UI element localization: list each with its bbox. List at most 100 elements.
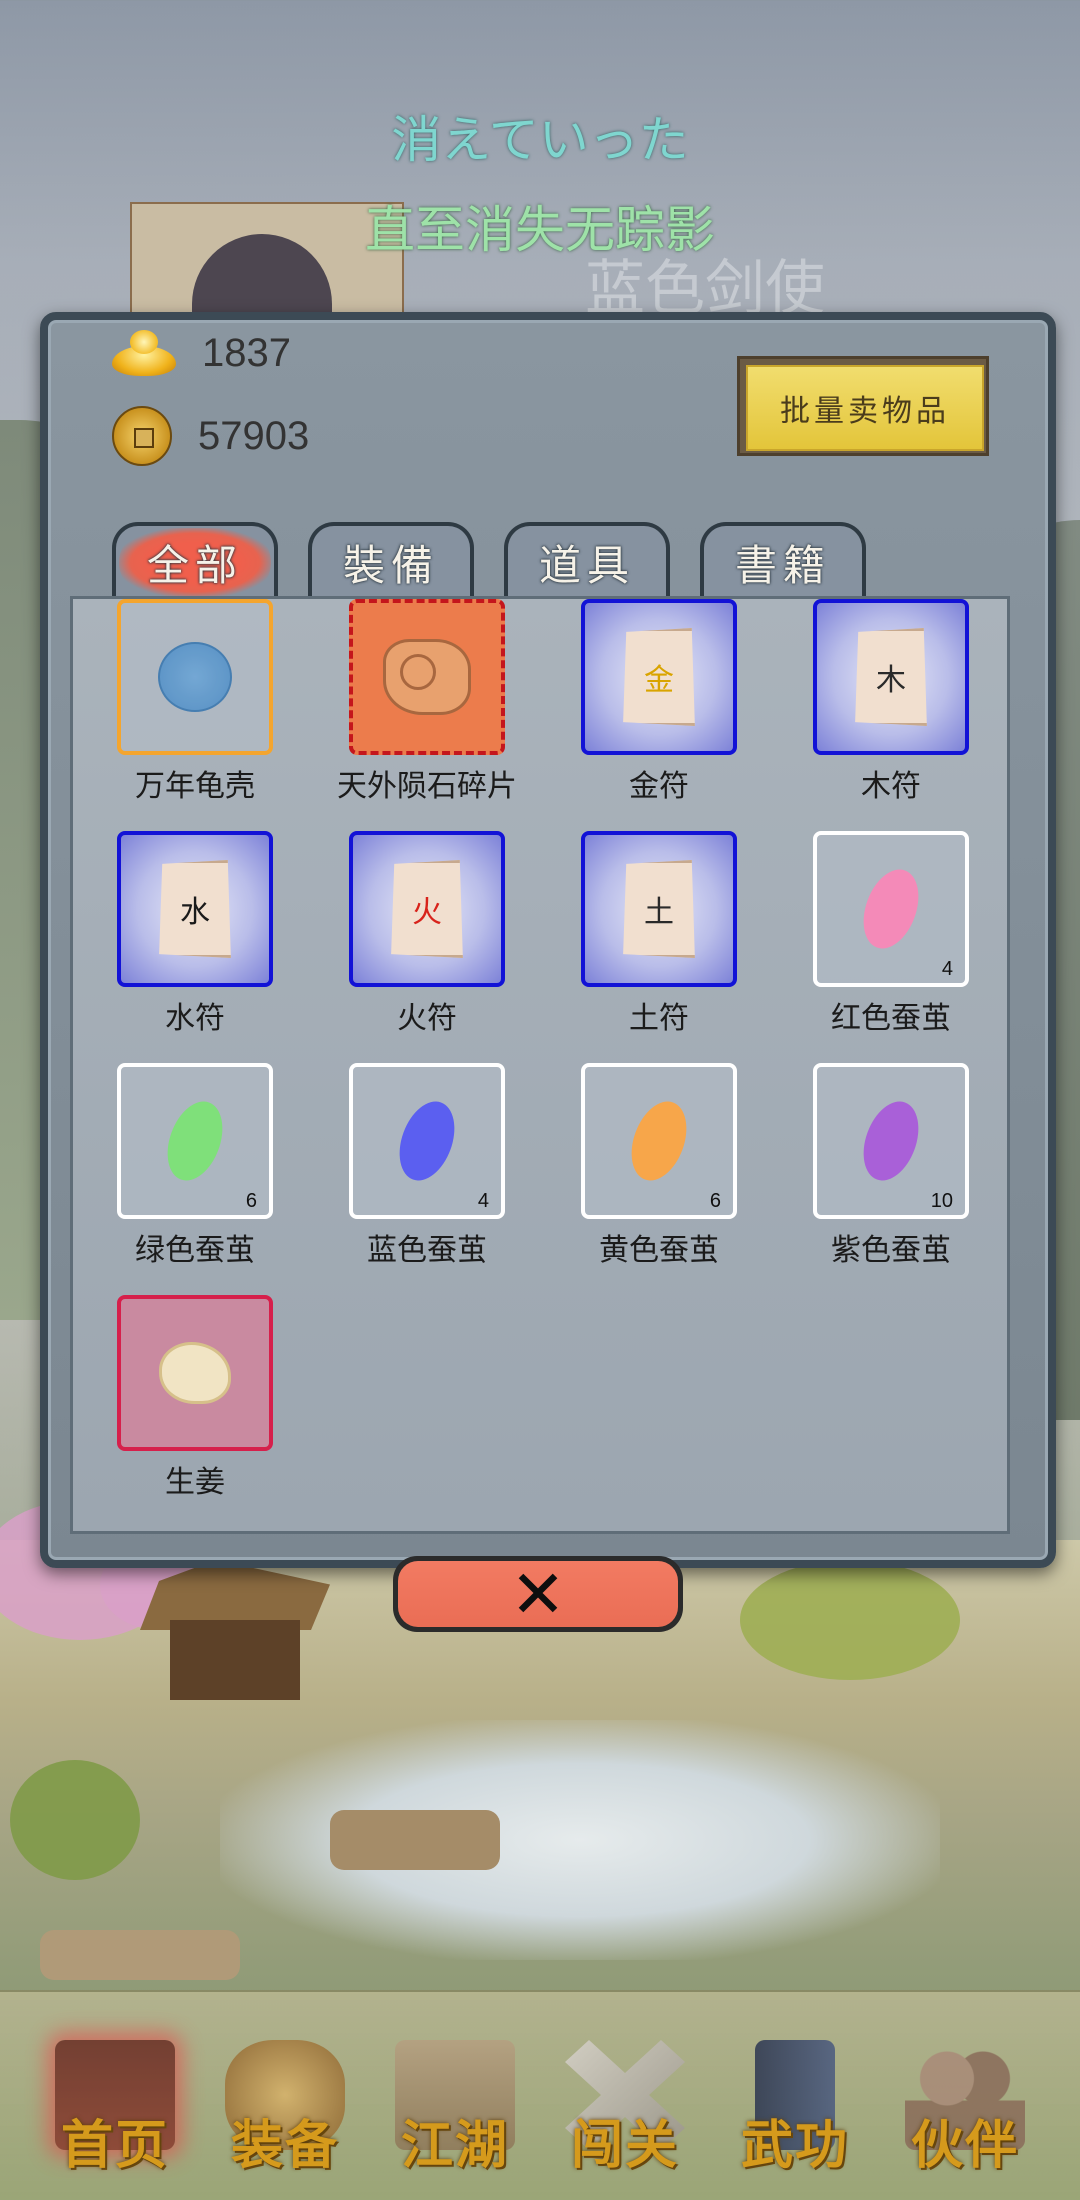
tab-equipment-label: 裝備 [342,540,439,590]
item-count: 10 [930,1190,953,1212]
item-name: 木符 [861,769,921,804]
item-name: 绿色蚕茧 [135,1233,255,1268]
item-name: 火符 [397,1001,457,1036]
inventory-item[interactable]: 4 红色蚕茧 [813,831,969,1037]
background-bush [10,1760,140,1880]
bulk-sell-label: 批量卖物品 [746,365,984,451]
tab-books[interactable]: 書籍 [700,522,866,598]
close-icon: ✕ [398,1556,678,1633]
item-name: 金符 [629,769,689,804]
tab-books-label: 書籍 [734,540,831,590]
item-count: 6 [709,1190,721,1212]
meteorite-icon [383,639,471,715]
announcement-line-1: 消えていった [391,111,689,169]
gold-ingot-amount: 1837 [202,330,291,375]
turtle-shell-icon [158,642,232,712]
item-slot[interactable]: 6 [117,1063,273,1219]
tab-items[interactable]: 道具 [504,522,670,598]
tab-items-label: 道具 [538,540,635,590]
item-slot[interactable] [349,599,505,755]
item-name: 紫色蚕茧 [831,1233,951,1268]
item-name: 黄色蚕茧 [599,1233,719,1268]
item-count: 4 [477,1190,489,1212]
item-count: 6 [245,1190,257,1212]
item-count: 4 [941,958,953,980]
gold-ingot-icon [112,330,176,376]
talisman-icon: 火 [391,860,463,958]
inventory-item[interactable]: 生姜 [117,1295,273,1501]
inventory-item[interactable]: 木 木符 [813,599,969,805]
close-button[interactable]: ✕ [393,1556,683,1633]
nav-jianghu-label: 江湖 [400,2115,509,2176]
bottom-navigation: 首页 装备 江湖 闯关 武功 伙伴 [0,1990,1080,2200]
item-slot[interactable]: 10 [813,1063,969,1219]
item-name: 万年龟壳 [135,769,255,804]
nav-martial-arts[interactable]: 武功 [715,2010,875,2200]
nav-companions-label: 伙伴 [910,2115,1019,2176]
item-slot[interactable]: 6 [581,1063,737,1219]
inventory-item[interactable]: 万年龟壳 [117,599,273,805]
nav-home-label: 首页 [60,2115,169,2176]
inventory-item[interactable]: 火 火符 [349,831,505,1037]
inventory-item[interactable]: 金 金符 [581,599,737,805]
copper-coin-icon [112,406,172,466]
talisman-icon: 土 [623,860,695,958]
item-name: 蓝色蚕茧 [367,1233,487,1268]
item-slot[interactable]: 4 [349,1063,505,1219]
nav-equipment-label: 装备 [230,2115,339,2176]
item-slot[interactable]: 木 [813,599,969,755]
cocoon-icon [621,1093,697,1189]
background-bush [740,1560,960,1680]
cocoon-icon [389,1093,465,1189]
nav-companions[interactable]: 伙伴 [885,2010,1045,2200]
talisman-icon: 金 [623,628,695,726]
item-slot[interactable]: 水 [117,831,273,987]
inventory-item[interactable]: 6 绿色蚕茧 [117,1063,273,1269]
talisman-glyph: 金 [644,663,674,698]
bulk-sell-button[interactable]: 批量卖物品 [737,356,989,456]
talisman-glyph: 火 [412,895,442,930]
nav-challenge[interactable]: 闯关 [545,2010,705,2200]
item-slot[interactable]: 4 [813,831,969,987]
inventory-item[interactable]: 4 蓝色蚕茧 [349,1063,505,1269]
item-slot[interactable] [117,1295,273,1451]
item-name: 土符 [629,1001,689,1036]
nav-martial-arts-label: 武功 [740,2115,849,2176]
nav-challenge-label: 闯关 [570,2115,679,2176]
talisman-glyph: 土 [644,895,674,930]
item-name: 天外陨石碎片 [337,769,517,804]
inventory-item[interactable]: 天外陨石碎片 [337,599,517,805]
item-name: 红色蚕茧 [831,1001,951,1036]
background-rock [40,1930,240,1980]
inventory-item[interactable]: 6 黄色蚕茧 [581,1063,737,1269]
cocoon-icon [157,1093,233,1189]
background-hut [140,1560,330,1700]
item-grid: 万年龟壳 天外陨石碎片 金 金符 木 木符 水 水符 火 火符 土 土符 4 红… [70,596,1010,1534]
nav-jianghu[interactable]: 江湖 [375,2010,535,2200]
tab-equipment[interactable]: 裝備 [308,522,474,598]
inventory-item[interactable]: 10 紫色蚕茧 [813,1063,969,1269]
background-river [220,1720,940,1960]
category-tabs: 全部 裝備 道具 書籍 [112,522,866,598]
ginger-icon [159,1342,231,1404]
gold-ingot-currency: 1837 [112,330,291,376]
nav-equipment[interactable]: 装备 [205,2010,365,2200]
announcement-line-2: 直至消失无踪影 [365,201,715,259]
inventory-item[interactable]: 水 水符 [117,831,273,1037]
background-rock [330,1810,500,1870]
nav-home[interactable]: 首页 [35,2010,195,2200]
item-slot[interactable]: 土 [581,831,737,987]
tab-all[interactable]: 全部 [112,522,278,598]
item-name: 水符 [165,1001,225,1036]
talisman-icon: 水 [159,860,231,958]
item-slot[interactable]: 火 [349,831,505,987]
cocoon-icon [853,861,929,957]
item-name: 生姜 [165,1465,225,1500]
talisman-glyph: 水 [180,895,210,930]
item-slot[interactable] [117,599,273,755]
inventory-item[interactable]: 土 土符 [581,831,737,1037]
talisman-icon: 木 [855,628,927,726]
item-slot[interactable]: 金 [581,599,737,755]
cocoon-icon [853,1093,929,1189]
copper-coin-currency: 57903 [112,406,309,466]
